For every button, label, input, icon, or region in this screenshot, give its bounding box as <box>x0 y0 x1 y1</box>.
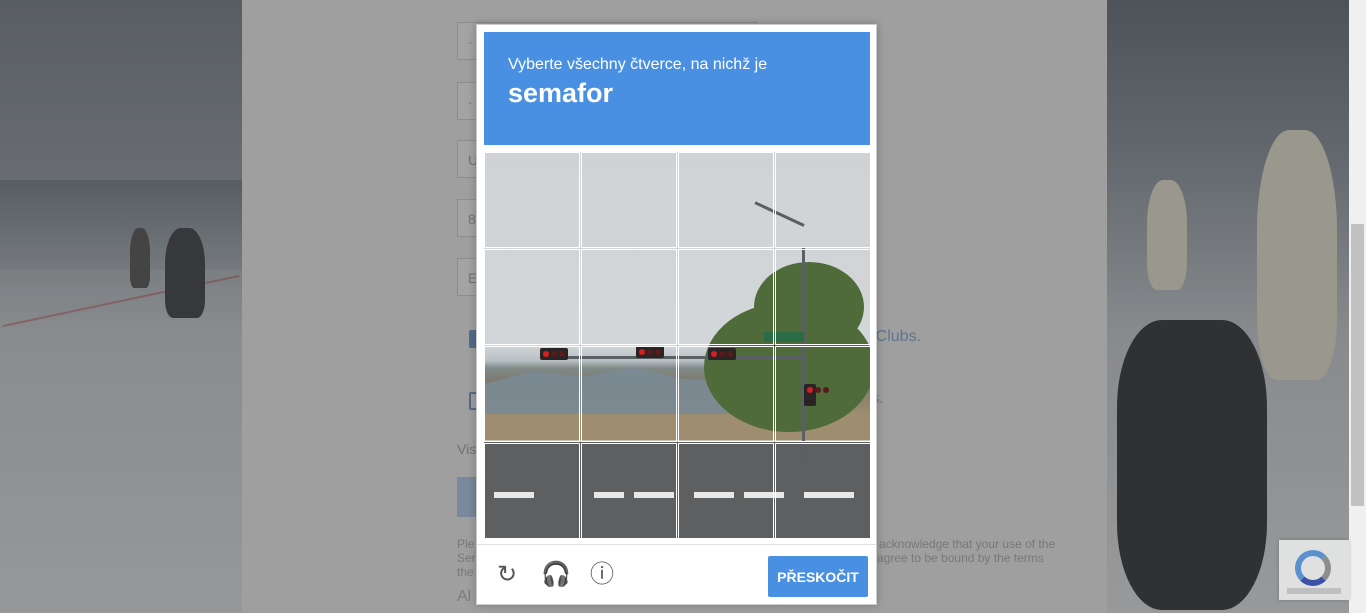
challenge-header: Vyberte všechny čtverce, na nichž je sem… <box>484 32 870 145</box>
info-icon[interactable]: ⓘ <box>589 562 615 588</box>
tile-10[interactable] <box>581 346 677 442</box>
skip-button[interactable]: PŘESKOČIT <box>768 556 868 597</box>
tile-8[interactable] <box>775 249 870 345</box>
recaptcha-logo-icon <box>1295 550 1331 586</box>
tile-3[interactable] <box>678 152 774 248</box>
scrollbar-thumb[interactable] <box>1351 224 1364 506</box>
tile-14[interactable] <box>581 443 677 538</box>
tile-11[interactable] <box>678 346 774 442</box>
tile-2[interactable] <box>581 152 677 248</box>
tile-12[interactable] <box>775 346 870 442</box>
tile-15[interactable] <box>678 443 774 538</box>
challenge-footer: ↻ 🎧 ⓘ PŘESKOČIT <box>477 544 876 605</box>
tile-1[interactable] <box>484 152 580 248</box>
tile-4[interactable] <box>775 152 870 248</box>
challenge-instruction: Vyberte všechny čtverce, na nichž je <box>508 56 768 73</box>
tile-16[interactable] <box>775 443 870 538</box>
challenge-target: semafor <box>508 78 614 108</box>
tile-6[interactable] <box>581 249 677 345</box>
recaptcha-badge[interactable] <box>1279 540 1349 600</box>
challenge-image <box>484 152 870 538</box>
tile-grid <box>484 152 870 538</box>
recaptcha-challenge: Vyberte všechny čtverce, na nichž je sem… <box>476 24 877 605</box>
tile-5[interactable] <box>484 249 580 345</box>
tile-7[interactable] <box>678 249 774 345</box>
tile-9[interactable] <box>484 346 580 442</box>
recaptcha-badge-text <box>1287 588 1341 594</box>
reload-icon[interactable]: ↻ <box>494 562 520 588</box>
tile-13[interactable] <box>484 443 580 538</box>
headphones-icon[interactable]: 🎧 <box>541 562 571 588</box>
